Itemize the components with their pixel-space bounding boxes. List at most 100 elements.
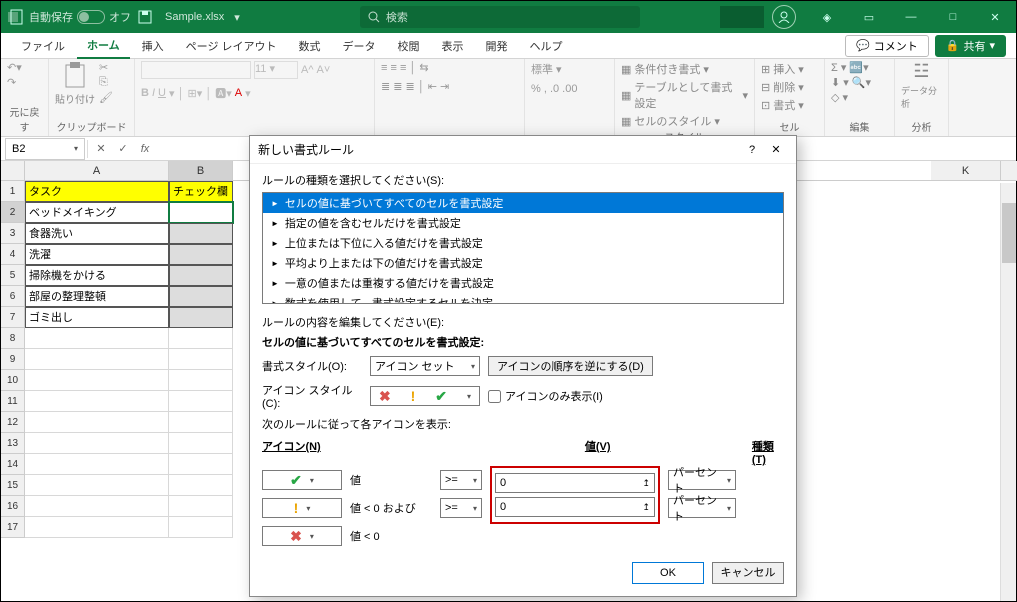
dialog-title: 新しい書式ルール xyxy=(258,141,740,158)
row-header[interactable]: 15 xyxy=(1,475,25,496)
row-header[interactable]: 7 xyxy=(1,307,25,328)
cell-A5[interactable]: 掃除機をかける xyxy=(25,265,169,286)
row-header[interactable]: 11 xyxy=(1,391,25,412)
maximize-button[interactable]: □ xyxy=(932,1,974,33)
cell-A4[interactable]: 洗濯 xyxy=(25,244,169,265)
row-header[interactable]: 3 xyxy=(1,223,25,244)
autosave-toggle[interactable]: 自動保存 オフ xyxy=(29,9,131,25)
reverse-order-button[interactable]: アイコンの順序を逆にする(D) xyxy=(488,356,653,376)
cell-B4[interactable] xyxy=(169,244,233,265)
row-header[interactable]: 6 xyxy=(1,286,25,307)
search-box[interactable]: 検索 xyxy=(360,6,640,28)
cell-A7[interactable]: ゴミ出し xyxy=(25,307,169,328)
save-icon[interactable] xyxy=(137,9,153,25)
value-input-1[interactable]: 0↥ xyxy=(495,473,655,493)
rule-type-item[interactable]: ►セルの値に基づいてすべてのセルを書式設定 xyxy=(263,193,783,213)
type-select-1[interactable]: パーセント▾ xyxy=(668,470,736,490)
rule-type-item[interactable]: ►数式を使用して、書式設定するセルを決定 xyxy=(263,293,783,304)
search-placeholder: 検索 xyxy=(386,9,408,25)
col-header-A[interactable]: A xyxy=(25,161,169,181)
tab-pagelayout[interactable]: ページ レイアウト xyxy=(176,34,287,58)
tab-view[interactable]: 表示 xyxy=(432,34,474,58)
icon-style-select[interactable]: ✖ ! ✔ ▾ xyxy=(370,386,480,406)
cancel-button[interactable]: キャンセル xyxy=(712,562,784,584)
cell-A6[interactable]: 部屋の整理整頓 xyxy=(25,286,169,307)
operator-select-2[interactable]: >=▾ xyxy=(440,498,482,518)
row-header[interactable]: 17 xyxy=(1,517,25,538)
rule-type-item[interactable]: ►平均より上または下の値だけを書式設定 xyxy=(263,253,783,273)
operator-select-1[interactable]: >=▾ xyxy=(440,470,482,490)
cond-text-1: 値 xyxy=(350,472,432,488)
vertical-scrollbar[interactable] xyxy=(1000,183,1016,601)
rule-type-item[interactable]: ►上位または下位に入る値だけを書式設定 xyxy=(263,233,783,253)
diamond-icon[interactable]: ◈ xyxy=(806,1,848,33)
cell-A3[interactable]: 食器洗い xyxy=(25,223,169,244)
row-header[interactable]: 2 xyxy=(1,202,25,223)
ok-button[interactable]: OK xyxy=(632,562,704,584)
cell-B3[interactable] xyxy=(169,223,233,244)
tab-home[interactable]: ホーム xyxy=(77,33,130,59)
cell-A1[interactable]: タスク xyxy=(25,181,169,202)
tab-file[interactable]: ファイル xyxy=(11,34,75,58)
row-header[interactable]: 12 xyxy=(1,412,25,433)
range-select-icon[interactable]: ↥ xyxy=(642,478,650,489)
rule-type-item[interactable]: ►一意の値または重複する値だけを書式設定 xyxy=(263,273,783,293)
row-header[interactable]: 14 xyxy=(1,454,25,475)
account-color[interactable] xyxy=(720,6,764,28)
col-header-B[interactable]: B xyxy=(169,161,233,181)
paste-icon[interactable] xyxy=(62,61,88,89)
row-header[interactable]: 10 xyxy=(1,370,25,391)
fx-icon[interactable]: fx xyxy=(134,143,156,155)
icon-select-1[interactable]: ✔▾ xyxy=(262,470,342,490)
section-title: セルの値に基づいてすべてのセルを書式設定: xyxy=(262,334,784,350)
icon-select-2[interactable]: !▾ xyxy=(262,498,342,518)
cancel-formula-icon[interactable]: ✕ xyxy=(90,142,112,155)
select-all-corner[interactable] xyxy=(1,161,25,181)
tab-data[interactable]: データ xyxy=(333,34,386,58)
tab-help[interactable]: ヘルプ xyxy=(520,34,573,58)
value-highlight-group: 0↥ 0↥ xyxy=(490,466,660,524)
cell-B1[interactable]: チェック欄 xyxy=(169,181,233,202)
dialog-close-button[interactable]: ✕ xyxy=(764,143,788,156)
row-header[interactable]: 13 xyxy=(1,433,25,454)
row-header[interactable]: 8 xyxy=(1,328,25,349)
tab-insert[interactable]: 挿入 xyxy=(132,34,174,58)
cell-A2[interactable]: ベッドメイキング xyxy=(25,202,169,223)
cell-B5[interactable] xyxy=(169,265,233,286)
col-header-L[interactable]: L xyxy=(1001,161,1017,181)
cell-B7[interactable] xyxy=(169,307,233,328)
icon-select-3[interactable]: ✖▾ xyxy=(262,526,342,546)
tab-developer[interactable]: 開発 xyxy=(476,34,518,58)
type-select-2[interactable]: パーセント▾ xyxy=(668,498,736,518)
row-header[interactable]: 5 xyxy=(1,265,25,286)
range-select-icon[interactable]: ↥ xyxy=(642,502,650,513)
exclaim-icon: ! xyxy=(411,388,416,404)
account-avatar[interactable] xyxy=(772,5,796,29)
comments-button[interactable]: 💬 コメント xyxy=(845,35,929,57)
cell-B2[interactable] xyxy=(169,202,233,223)
name-box[interactable]: B2▾ xyxy=(5,138,85,160)
share-button[interactable]: 🔒 共有 ▾ xyxy=(935,35,1006,57)
cell-B6[interactable] xyxy=(169,286,233,307)
row-header[interactable]: 16 xyxy=(1,496,25,517)
filename-menu[interactable]: ▾ xyxy=(234,11,240,24)
row-header[interactable]: 9 xyxy=(1,349,25,370)
rule-type-list[interactable]: ►セルの値に基づいてすべてのセルを書式設定 ►指定の値を含むセルだけを書式設定 … xyxy=(262,192,784,304)
format-style-select[interactable]: アイコン セット▾ xyxy=(370,356,480,376)
row-header[interactable]: 4 xyxy=(1,244,25,265)
tab-formulas[interactable]: 数式 xyxy=(289,34,331,58)
select-rule-type-label: ルールの種類を選択してください(S): xyxy=(262,172,784,188)
minimize-button[interactable]: — xyxy=(890,1,932,33)
rule-type-item[interactable]: ►指定の値を含むセルだけを書式設定 xyxy=(263,213,783,233)
close-button[interactable]: ✕ xyxy=(974,1,1016,33)
value-input-2[interactable]: 0↥ xyxy=(495,497,655,517)
filename: Sample.xlsx xyxy=(165,11,224,23)
ribbon-display-icon[interactable]: ▭ xyxy=(848,1,890,33)
accept-formula-icon[interactable]: ✓ xyxy=(112,142,134,155)
tab-review[interactable]: 校閲 xyxy=(388,34,430,58)
cond-text-2: 値 < 0 および xyxy=(350,500,432,516)
col-header-K[interactable]: K xyxy=(931,161,1001,181)
icon-only-checkbox[interactable]: アイコンのみ表示(I) xyxy=(488,388,603,404)
row-header[interactable]: 1 xyxy=(1,181,25,202)
dialog-help-button[interactable]: ? xyxy=(740,144,764,156)
